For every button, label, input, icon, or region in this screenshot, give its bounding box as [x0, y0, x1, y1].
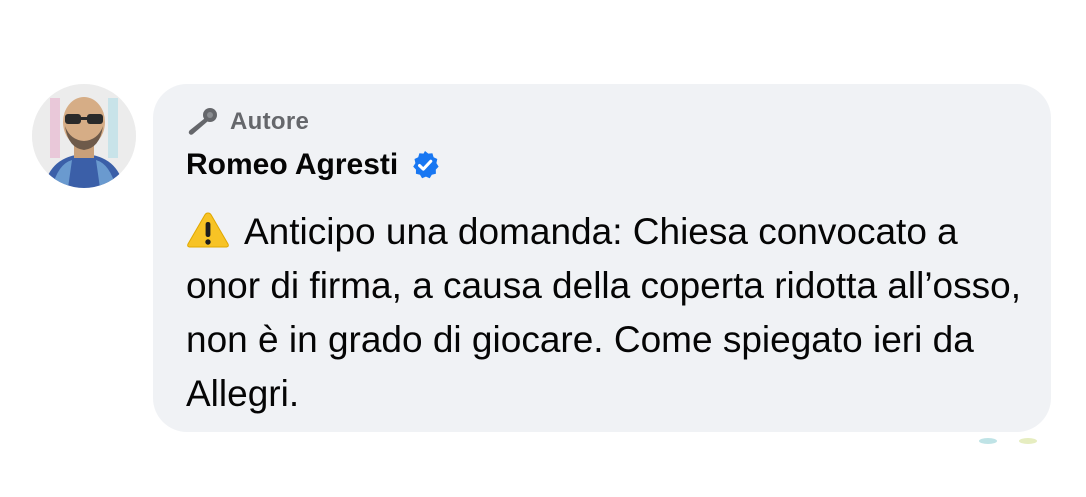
avatar[interactable] [32, 84, 136, 188]
avatar-image [32, 84, 136, 188]
comment-container: Autore Romeo Agresti Anticipo una domand… [0, 0, 1086, 497]
author-name[interactable]: Romeo Agresti [186, 148, 398, 182]
reaction-dots [979, 438, 1037, 444]
author-badge: Autore [186, 106, 309, 138]
comment-text: Anticipo una domanda: Chiesa convocato a… [186, 205, 1036, 421]
badge-label: Autore [230, 108, 310, 135]
warning-icon [186, 210, 230, 248]
author-row: Romeo Agresti [186, 145, 440, 185]
comment-body: Anticipo una domanda: Chiesa convocato a… [186, 211, 1021, 414]
verified-check-icon [410, 150, 440, 180]
microphone-icon [186, 106, 220, 138]
